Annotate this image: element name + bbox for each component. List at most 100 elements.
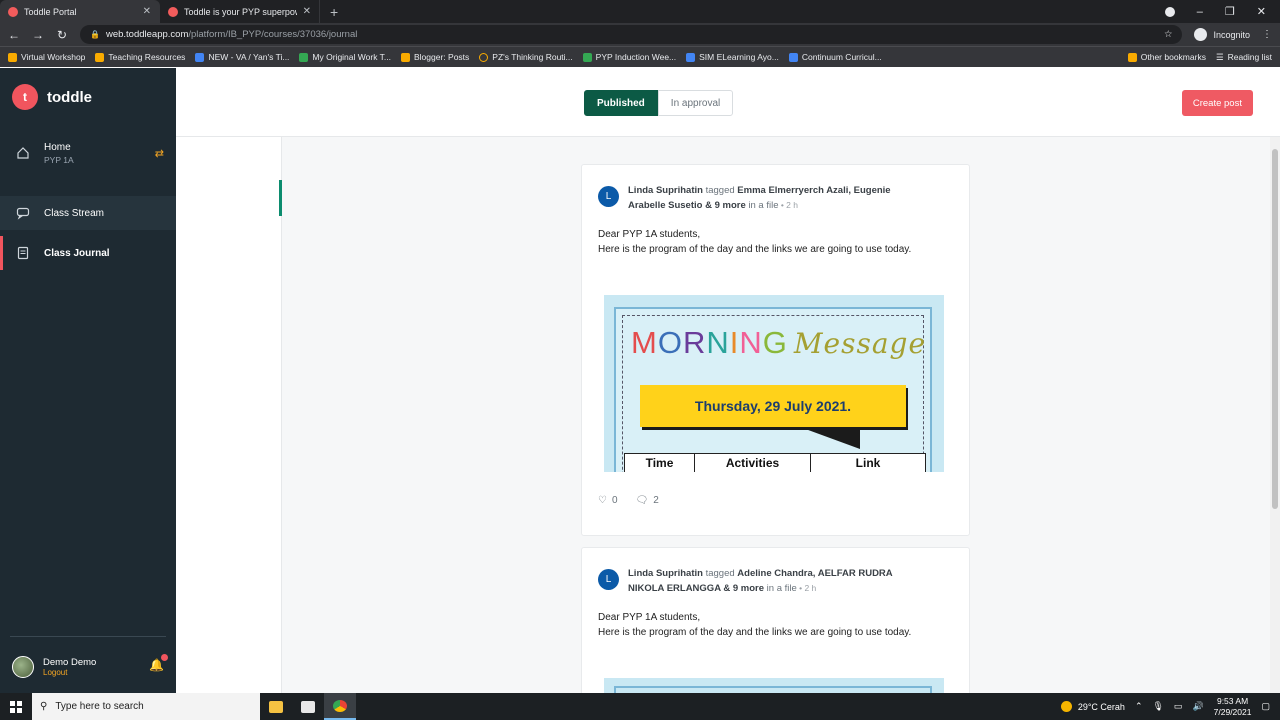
bookmark-item[interactable]: SIM ELearning Ayo... <box>686 52 779 62</box>
tagged-word: tagged <box>702 568 738 579</box>
clock[interactable]: 9:53 AM 7/29/2021 <box>1214 696 1252 718</box>
restore-icon[interactable]: ❐ <box>1225 5 1235 18</box>
comment-count: 2 <box>653 495 659 506</box>
post-header: L Linda Suprihatin tagged Emma Elmerryer… <box>598 184 928 213</box>
bookmark-item[interactable]: Virtual Workshop <box>8 52 85 62</box>
post-image[interactable] <box>604 678 944 693</box>
logout-link[interactable]: Logout <box>43 668 96 677</box>
switch-class-icon[interactable]: ⇄ <box>155 147 164 160</box>
file-explorer-icon[interactable] <box>260 693 292 720</box>
new-tab-button[interactable]: + <box>320 4 348 20</box>
close-tab-icon[interactable]: ✕ <box>303 6 311 17</box>
tab-published[interactable]: Published <box>584 90 658 116</box>
microphone-icon[interactable]: 🎙 <box>1152 701 1163 712</box>
journal-post: L Linda Suprihatin tagged Adeline Chandr… <box>581 547 970 693</box>
reading-list[interactable]: ☰ Reading list <box>1216 52 1272 63</box>
folder-icon <box>95 52 105 62</box>
notification-bell-icon[interactable]: 🔔 <box>149 654 168 672</box>
drive-icon <box>299 52 309 62</box>
start-button[interactable] <box>0 700 32 713</box>
extensions-icon[interactable] <box>1164 6 1175 17</box>
toddle-logo[interactable]: t toddle <box>12 84 92 110</box>
main-content: Published In approval Create post L Lind… <box>176 68 1280 693</box>
close-window-icon[interactable]: ✕ <box>1257 5 1266 18</box>
post-text: Here is the program of the day and the l… <box>598 244 912 255</box>
post-body: Dear PYP 1A students, Here is the progra… <box>598 227 958 257</box>
sidebar-item-home[interactable]: Home PYP 1A ⇄ <box>0 136 176 170</box>
url-path: /platform/IB_PYP/courses/37036/journal <box>188 29 358 40</box>
post-text: Here is the program of the day and the l… <box>598 627 912 638</box>
browser-tab-toddle-superpower[interactable]: Toddle is your PYP superpower f... ✕ <box>160 0 320 23</box>
bookmark-item[interactable]: Continuum Curricul... <box>788 52 882 62</box>
journal-header: Published In approval Create post <box>176 68 1280 137</box>
url-host: web.toddleapp.com <box>105 29 189 40</box>
author-name[interactable]: Linda Suprihatin <box>628 185 703 196</box>
class-journal-label: Class Journal <box>44 247 110 259</box>
taskbar-search[interactable]: ⚲ Type here to search <box>32 693 260 720</box>
filter-selected-item[interactable] <box>176 180 282 216</box>
other-bookmarks[interactable]: Other bookmarks <box>1127 52 1206 62</box>
bookmark-item[interactable]: NEW - VA / Yan's Ti... <box>195 52 289 62</box>
sidebar-item-class-stream[interactable]: Class Stream <box>0 196 176 230</box>
volume-icon[interactable]: 🔊 <box>1192 701 1203 712</box>
bookmark-item[interactable]: PYP Induction Wee... <box>582 52 676 62</box>
post-image[interactable]: MORNING Message Thursday, 29 July 2021. T… <box>604 295 944 472</box>
bookmark-item[interactable]: PZ's Thinking Routi... <box>479 52 573 62</box>
bookmark-star-icon[interactable]: ☆ <box>1164 29 1173 40</box>
scrollbar[interactable] <box>1270 137 1280 693</box>
clock-time: 9:53 AM <box>1216 695 1249 706</box>
menu-icon[interactable]: ⋮ <box>1262 29 1272 40</box>
in-file-text: in a file <box>745 200 779 211</box>
comment-button[interactable]: 🗨 2 <box>636 495 659 506</box>
sidebar-item-class-journal[interactable]: Class Journal <box>0 236 176 270</box>
tab-in-approval[interactable]: In approval <box>657 90 734 116</box>
author-avatar: L <box>598 569 619 590</box>
date-banner: Thursday, 29 July 2021. <box>640 385 906 427</box>
comment-icon: 🗨 <box>635 495 649 506</box>
weather-widget[interactable]: 29°C Cerah <box>1060 701 1125 712</box>
folder-icon <box>1127 52 1137 62</box>
brand-name: toddle <box>47 88 92 106</box>
tab-title: Toddle is your PYP superpower f... <box>184 6 297 17</box>
image-frame <box>614 686 932 693</box>
network-icon[interactable]: ▭ <box>1174 701 1183 712</box>
toddle-favicon-icon <box>8 6 18 17</box>
windows-taskbar: ⚲ Type here to search 29°C Cerah ⌃ 🎙 ▭ 🔊… <box>0 693 1280 720</box>
url-input[interactable]: 🔒 web.toddleapp.com/platform/IB_PYP/cour… <box>80 25 1183 44</box>
incognito-icon <box>1194 28 1208 41</box>
bookmark-item[interactable]: Teaching Resources <box>95 52 185 62</box>
chrome-icon[interactable] <box>324 693 356 720</box>
chevron-up-icon[interactable]: ⌃ <box>1135 701 1143 712</box>
scrollbar-thumb[interactable] <box>1272 149 1278 509</box>
address-bar-row: ← → ↻ 🔒 web.toddleapp.com/platform/IB_PY… <box>0 23 1280 46</box>
journal-icon <box>16 246 30 260</box>
store-icon[interactable] <box>292 693 324 720</box>
status-toggle: Published In approval <box>584 90 734 116</box>
author-avatar: L <box>598 186 619 207</box>
schedule-table-header: Time Activities Link <box>624 453 926 472</box>
window-controls: – ❐ ✕ <box>1164 5 1280 18</box>
class-name: PYP 1A <box>44 154 74 165</box>
sidebar-divider <box>10 636 166 637</box>
author-name[interactable]: Linda Suprihatin <box>628 568 703 579</box>
like-count: 0 <box>611 495 618 506</box>
create-post-button[interactable]: Create post <box>1181 90 1253 116</box>
in-file-text: in a file <box>764 583 797 594</box>
notifications-icon[interactable]: ▢ <box>1261 701 1270 712</box>
close-tab-icon[interactable]: ✕ <box>143 6 151 17</box>
bookmark-item[interactable]: My Original Work T... <box>299 52 391 62</box>
reload-icon[interactable]: ↻ <box>56 28 68 42</box>
banner-shadow <box>800 427 860 449</box>
back-icon[interactable]: ← <box>8 28 20 42</box>
user-profile[interactable]: Demo Demo Logout <box>12 656 96 678</box>
circle-icon <box>479 52 489 62</box>
like-button[interactable]: ♡ 0 <box>598 495 618 506</box>
minimize-icon[interactable]: – <box>1197 6 1203 18</box>
reading-list-icon: ☰ <box>1215 51 1224 62</box>
notification-badge <box>161 654 168 661</box>
bookmark-item[interactable]: Blogger: Posts <box>401 52 469 62</box>
post-body: Dear PYP 1A students, Here is the progra… <box>598 610 958 640</box>
browser-tab-toddle-portal[interactable]: Toddle Portal ✕ <box>0 0 160 23</box>
incognito-profile[interactable]: Incognito <box>1194 28 1250 41</box>
forward-icon[interactable]: → <box>32 28 44 42</box>
